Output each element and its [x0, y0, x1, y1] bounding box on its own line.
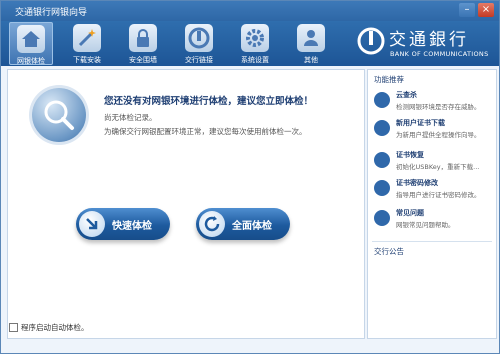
full-check-label: 全面体检 [232, 221, 272, 232]
quick-check-button[interactable]: 快速体检 [76, 208, 170, 240]
feature-desc: 指导用户进行证书密码修改。 [396, 191, 481, 199]
feature-desc: 检测网银环境是否存在威胁。 [396, 103, 481, 111]
restore-icon [374, 152, 390, 168]
feature-title: 证书恢复 [396, 151, 424, 159]
announcement-title[interactable]: 交行公告 [374, 246, 404, 257]
full-check-button[interactable]: 全面体检 [196, 208, 290, 240]
brand-name-cn: 交通銀行 [389, 30, 469, 50]
feature-desc: 初始化USBKey，重新下载... [396, 163, 480, 171]
tab-other[interactable]: 其他 [289, 22, 333, 65]
tab-download-install[interactable]: 下载安装 [65, 22, 109, 65]
mouse-icon [374, 180, 390, 196]
autostart-label: 程序启动自动体检。 [21, 323, 89, 332]
main-panel: 您还没有对网银环境进行体检，建议您立即体检！ 尚无体检记录。 为确保交行网银配置… [7, 69, 365, 339]
magnifier-icon [32, 88, 86, 142]
divider [372, 241, 492, 242]
feature-faq[interactable]: 常见问题 网银常见问题帮助。 [374, 208, 494, 236]
house-icon [17, 25, 45, 53]
tab-label: 网银体检 [17, 57, 45, 65]
feature-sidebar: 功能推荐 云查杀 检测网银环境是否存在威胁。 新用户证书下载 为新用户提供全程操… [367, 69, 497, 339]
tab-health-check[interactable]: 网银体检 [9, 22, 53, 65]
person-icon [297, 24, 325, 52]
sidebar-title: 功能推荐 [374, 75, 404, 84]
feature-cert-download[interactable]: 新用户证书下载 为新用户提供全程操作向导。 [374, 118, 494, 146]
arrow-down-icon [79, 211, 105, 237]
tab-security-wall[interactable]: 安全围墙 [121, 22, 165, 65]
feature-desc: 网银常见问题帮助。 [396, 221, 455, 229]
brand-name-en: BANK OF COMMUNICATIONS [390, 50, 489, 58]
advice-text: 为确保交行网银配置环境正常，建议您每次使用前体检一次。 [104, 127, 307, 136]
check-heading: 您还没有对网银环境进行体检，建议您立即体检！ [104, 96, 314, 107]
window-title: 交通银行网银向导 [15, 8, 88, 18]
feature-title: 新用户证书下载 [396, 119, 445, 127]
bank-logo: 交通銀行 BANK OF COMMUNICATIONS [357, 25, 497, 63]
tab-label: 系统设置 [241, 56, 269, 64]
feature-desc: 为新用户提供全程操作向导。 [396, 131, 481, 139]
feature-cloud-scan[interactable]: 云查杀 检测网银环境是否存在威胁。 [374, 90, 494, 118]
lock-icon [129, 24, 157, 52]
bank-logo-icon [185, 24, 213, 52]
feature-title: 证书密码修改 [396, 179, 438, 187]
shield-icon [374, 92, 390, 108]
magic-wand-icon [73, 24, 101, 52]
feature-title: 云查杀 [396, 91, 417, 99]
refresh-icon [199, 211, 225, 237]
autostart-checkbox[interactable] [9, 323, 18, 332]
tab-label: 其他 [304, 56, 318, 64]
tab-label: 安全围墙 [129, 56, 157, 64]
no-record-text: 尚无体检记录。 [104, 113, 157, 122]
tab-bocom-links[interactable]: 交行链接 [177, 22, 221, 65]
tab-label: 下载安装 [73, 56, 101, 64]
close-button[interactable]: × [478, 3, 494, 17]
gear-icon [241, 24, 269, 52]
tab-system-settings[interactable]: 系统设置 [233, 22, 277, 65]
feature-cert-restore[interactable]: 证书恢复 初始化USBKey，重新下载... [374, 150, 494, 178]
bocom-emblem-icon [357, 27, 385, 55]
question-icon [374, 210, 390, 226]
toolbar: 网银体检 下载安装 安全围墙 交行链接 系统设置 其他 交通銀行 BANK OF… [1, 21, 499, 66]
title-bar: 交通银行网银向导 – × [1, 1, 499, 21]
certificate-icon [374, 120, 390, 136]
app-window: 交通银行网银向导 – × 网银体检 下载安装 安全围墙 交行链接 系统设置 其他… [0, 0, 500, 354]
quick-check-label: 快速体检 [112, 221, 152, 232]
tab-label: 交行链接 [185, 56, 213, 64]
feature-cert-password[interactable]: 证书密码修改 指导用户进行证书密码修改。 [374, 178, 494, 206]
minimize-button[interactable]: – [459, 3, 475, 17]
feature-title: 常见问题 [396, 209, 424, 217]
